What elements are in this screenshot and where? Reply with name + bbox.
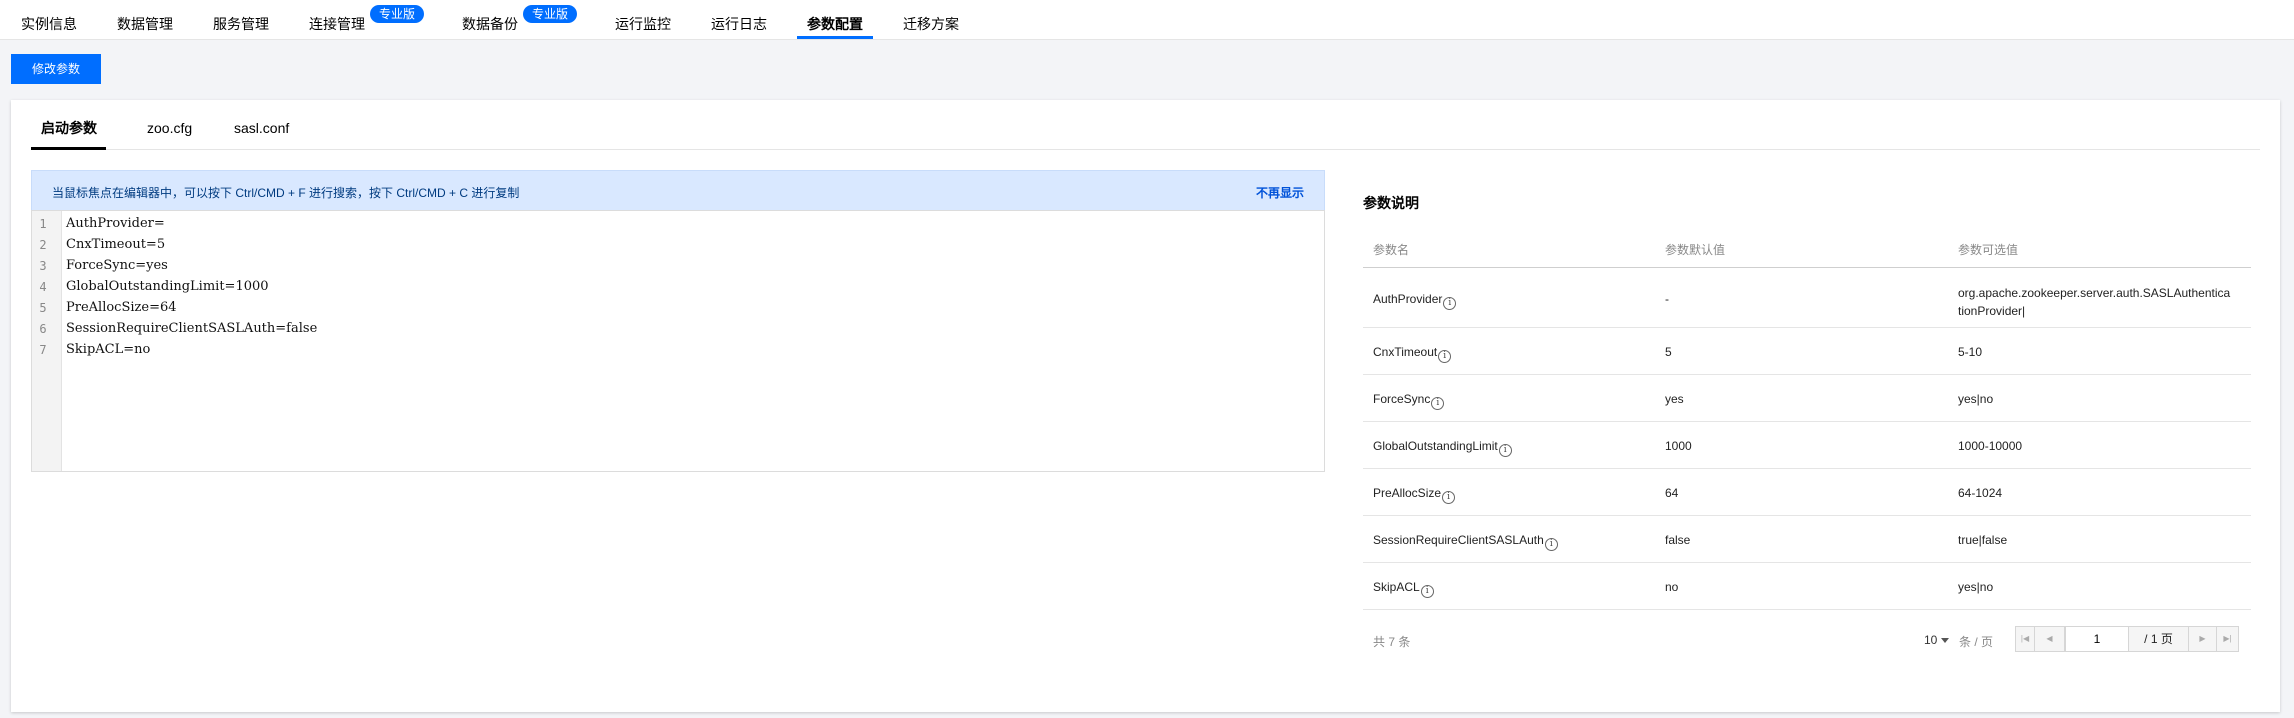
line-number: 3 — [39, 259, 47, 273]
param-default: false — [1665, 533, 1691, 547]
total-count: 共 7 条 — [1373, 635, 1411, 649]
code-line[interactable]: AuthProvider= — [66, 216, 165, 231]
top-nav: 实例信息 数据管理 服务管理 连接管理 专业版 数据备份 专业版 运行监控 运行… — [0, 0, 2294, 40]
dismiss-notice-link[interactable]: 不再显示 — [1256, 184, 1304, 201]
table-row: GlobalOutstandingLimit i 1000 1000-10000 — [1363, 422, 2251, 469]
column-header-options: 参数可选值 — [1958, 243, 2019, 257]
nav-tab-service-management[interactable]: 服务管理 — [213, 0, 269, 40]
param-default: 64 — [1665, 486, 1679, 500]
table-header: 参数名 参数默认值 参数可选值 — [1363, 225, 2251, 268]
chevron-down-icon — [1941, 638, 1950, 643]
param-options: 1000-10000 — [1958, 439, 2023, 453]
info-icon[interactable]: i — [1420, 585, 1434, 598]
param-options: 5-10 — [1958, 345, 1983, 359]
code-line[interactable]: ForceSync=yes — [66, 258, 168, 273]
code-line[interactable]: PreAllocSize=64 — [66, 300, 177, 315]
info-icon[interactable]: i — [1431, 397, 1445, 410]
nav-tab-data-management[interactable]: 数据管理 — [117, 0, 173, 40]
config-subtabs: 启动参数 zoo.cfg sasl.conf — [31, 100, 2260, 150]
nav-tab-instance-info[interactable]: 实例信息 — [21, 0, 77, 40]
subtab-sasl-conf[interactable]: sasl.conf — [234, 100, 289, 150]
line-number: 2 — [39, 238, 47, 252]
code-line[interactable]: GlobalOutstandingLimit=1000 — [66, 279, 269, 294]
nav-tab-connection-management[interactable]: 连接管理 — [309, 0, 365, 40]
line-number: 7 — [39, 343, 47, 357]
nav-tab-data-backup[interactable]: 数据备份 — [462, 0, 518, 40]
table-row: ForceSync i yes yes|no — [1363, 375, 2251, 422]
params-section-title: 参数说明 — [1363, 195, 1419, 211]
info-icon[interactable]: i — [1443, 297, 1457, 310]
param-name: CnxTimeout i — [1373, 345, 1452, 363]
column-header-default: 参数默认值 — [1665, 243, 1726, 257]
param-name: PreAllocSize i — [1373, 486, 1456, 504]
table-row: CnxTimeout i 5 5-10 — [1363, 328, 2251, 375]
param-default: yes — [1665, 392, 1684, 406]
code-line[interactable]: CnxTimeout=5 — [66, 237, 165, 252]
nav-tab-run-log[interactable]: 运行日志 — [711, 0, 767, 40]
per-page-label: 条 / 页 — [1959, 635, 1994, 649]
nav-tab-run-monitor[interactable]: 运行监控 — [615, 0, 671, 40]
pro-badge: 专业版 — [370, 5, 425, 23]
table-row: PreAllocSize i 64 64-1024 — [1363, 469, 2251, 516]
param-name: GlobalOutstandingLimit i — [1373, 439, 1512, 457]
info-icon[interactable]: i — [1442, 491, 1456, 504]
table-row: SessionRequireClientSASLAuth i false true… — [1363, 516, 2251, 563]
active-tab-indicator — [797, 36, 873, 39]
next-page-icon[interactable]: ▶ — [2189, 626, 2217, 652]
line-number-gutter: 1 2 3 4 5 6 7 — [32, 211, 62, 471]
line-number: 4 — [39, 280, 47, 294]
table-row: AuthProvider i - org.apache.zookeeper.ser… — [1363, 268, 2251, 328]
code-line[interactable]: SessionRequireClientSASLAuth=false — [66, 321, 317, 336]
param-options: yes|no — [1958, 392, 1994, 406]
param-default: - — [1665, 292, 1669, 306]
info-icon[interactable]: i — [1438, 350, 1452, 363]
param-default: 5 — [1665, 345, 1672, 359]
param-default: no — [1665, 580, 1679, 594]
column-header-name: 参数名 — [1373, 243, 1410, 257]
code-line[interactable]: SkipACL=no — [66, 342, 150, 357]
edit-params-button[interactable]: 修改参数 — [11, 54, 101, 84]
page-size-select[interactable]: 10 — [1924, 633, 1950, 647]
param-name: SessionRequireClientSASLAuth i — [1373, 533, 1558, 551]
line-number: 6 — [39, 322, 47, 336]
param-default: 1000 — [1665, 439, 1692, 453]
editor-notice: 当鼠标焦点在编辑器中，可以按下 Ctrl/CMD + F 进行搜索，按下 Ctr… — [31, 170, 1325, 210]
page-count-label: / 1 页 — [2129, 626, 2189, 652]
subtab-startup-params[interactable]: 启动参数 — [41, 100, 97, 150]
params-card: 启动参数 zoo.cfg sasl.conf 当鼠标焦点在编辑器中，可以按下 C… — [11, 100, 2280, 712]
param-name: SkipACL i — [1373, 580, 1434, 598]
param-options: org.apache.zookeeper.server.auth.SASLAut… — [1958, 286, 2231, 318]
pro-badge: 专业版 — [523, 5, 578, 23]
info-icon[interactable]: i — [1498, 444, 1512, 457]
page-number-input[interactable] — [2065, 626, 2129, 652]
param-options: yes|no — [1958, 580, 1994, 594]
nav-tab-param-config[interactable]: 参数配置 — [807, 0, 863, 40]
line-number: 1 — [39, 217, 47, 231]
notice-text: 当鼠标焦点在编辑器中，可以按下 Ctrl/CMD + F 进行搜索，按下 Ctr… — [52, 186, 520, 200]
prev-page-icon[interactable]: ◀ — [2035, 626, 2065, 652]
param-name: AuthProvider i — [1373, 292, 1457, 310]
info-icon[interactable]: i — [1544, 538, 1558, 551]
param-options: 64-1024 — [1958, 486, 2003, 500]
last-page-icon[interactable]: ▶| — [2217, 626, 2239, 652]
param-name: ForceSync i — [1373, 392, 1445, 410]
subtab-zoo-cfg[interactable]: zoo.cfg — [147, 100, 192, 150]
code-editor[interactable]: 1 2 3 4 5 6 7 AuthProvider= CnxTimeout=5… — [31, 210, 1325, 472]
param-options: true|false — [1958, 533, 2008, 547]
line-number: 5 — [39, 301, 47, 315]
nav-tab-migration-plan[interactable]: 迁移方案 — [903, 0, 959, 40]
table-row: SkipACL i no yes|no — [1363, 563, 2251, 610]
subtab-active-indicator — [31, 147, 106, 150]
first-page-icon[interactable]: |◀ — [2015, 626, 2035, 652]
